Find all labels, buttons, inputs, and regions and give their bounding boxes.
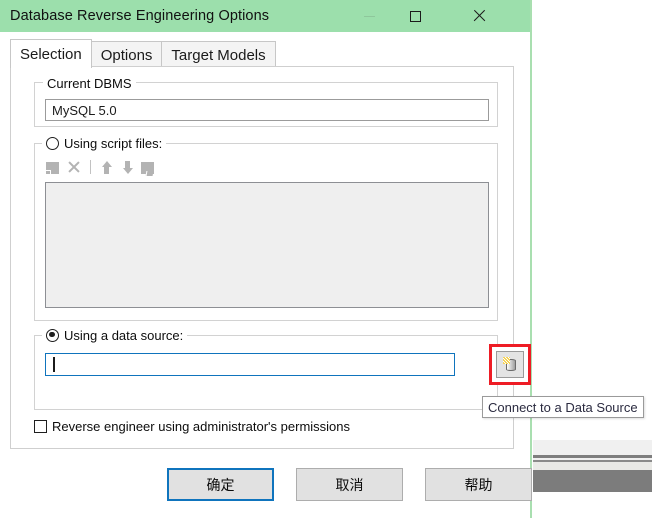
radio-using-data-source[interactable] bbox=[46, 328, 59, 342]
toolbar-separator bbox=[90, 160, 91, 174]
tab-options[interactable]: Options bbox=[90, 41, 163, 68]
database-connect-icon bbox=[503, 357, 517, 372]
help-button-label: 帮助 bbox=[464, 477, 493, 494]
script-files-listbox[interactable] bbox=[45, 182, 489, 308]
tab-selection[interactable]: Selection bbox=[10, 39, 92, 68]
script-files-label: Using script files: bbox=[64, 135, 163, 151]
maximize-button[interactable] bbox=[392, 0, 438, 32]
data-source-label: Using a data source: bbox=[64, 327, 184, 343]
tab-target-models[interactable]: Target Models bbox=[161, 41, 276, 68]
script-files-group: Using script files: bbox=[34, 135, 498, 321]
minimize-icon bbox=[363, 15, 375, 17]
help-button[interactable]: 帮助 bbox=[425, 468, 532, 501]
move-up-icon[interactable] bbox=[99, 160, 113, 175]
current-dbms-group: Current DBMS MySQL 5.0 bbox=[34, 75, 498, 127]
data-source-group: Using a data source: bbox=[34, 327, 531, 410]
move-down-icon[interactable] bbox=[120, 160, 134, 175]
dialog-footer: 确定 取消 帮助 bbox=[0, 468, 532, 510]
admin-permissions-label: Reverse engineer using administrator's p… bbox=[52, 419, 351, 434]
current-dbms-value: MySQL 5.0 bbox=[52, 102, 117, 118]
ok-button[interactable]: 确定 bbox=[167, 468, 275, 501]
minimize-button[interactable] bbox=[346, 0, 392, 32]
edit-script-icon[interactable] bbox=[141, 162, 154, 174]
data-source-input[interactable] bbox=[45, 353, 455, 376]
delete-script-icon[interactable] bbox=[66, 159, 82, 175]
add-script-icon[interactable] bbox=[45, 162, 59, 175]
cancel-button[interactable]: 取消 bbox=[296, 468, 404, 501]
admin-permissions-checkbox[interactable] bbox=[34, 420, 47, 433]
cancel-button-label: 取消 bbox=[335, 477, 364, 494]
connect-to-data-source-button[interactable] bbox=[496, 351, 524, 378]
tab-target-models-label: Target Models bbox=[171, 46, 266, 64]
current-dbms-field[interactable]: MySQL 5.0 bbox=[45, 99, 489, 121]
background-app-divider-top bbox=[533, 455, 652, 458]
background-app-scrollbar bbox=[533, 470, 652, 492]
admin-permissions-row[interactable]: Reverse engineer using administrator's p… bbox=[34, 419, 350, 434]
database-reverse-engineering-dialog: Database Reverse Engineering Options Sel… bbox=[0, 0, 532, 518]
current-dbms-legend: Current DBMS bbox=[43, 75, 136, 91]
data-source-legend: Using a data source: bbox=[42, 327, 188, 343]
tab-strip: Selection Options Target Models bbox=[10, 39, 530, 68]
maximize-icon bbox=[409, 10, 421, 22]
close-button[interactable] bbox=[456, 0, 502, 32]
connect-data-source-tooltip: Connect to a Data Source bbox=[482, 396, 644, 418]
ok-button-label: 确定 bbox=[206, 477, 235, 494]
tab-selection-label: Selection bbox=[20, 45, 82, 63]
window-title: Database Reverse Engineering Options bbox=[10, 8, 270, 24]
close-icon bbox=[472, 9, 486, 23]
text-caret bbox=[53, 357, 55, 372]
tab-options-label: Options bbox=[100, 46, 153, 64]
title-bar: Database Reverse Engineering Options bbox=[0, 0, 530, 32]
tab-panel-selection: Current DBMS MySQL 5.0 Using script file… bbox=[10, 66, 531, 449]
script-files-legend: Using script files: bbox=[42, 135, 167, 151]
script-files-toolbar bbox=[45, 157, 154, 177]
background-app-band bbox=[533, 462, 652, 470]
radio-using-script-files[interactable] bbox=[46, 136, 59, 150]
